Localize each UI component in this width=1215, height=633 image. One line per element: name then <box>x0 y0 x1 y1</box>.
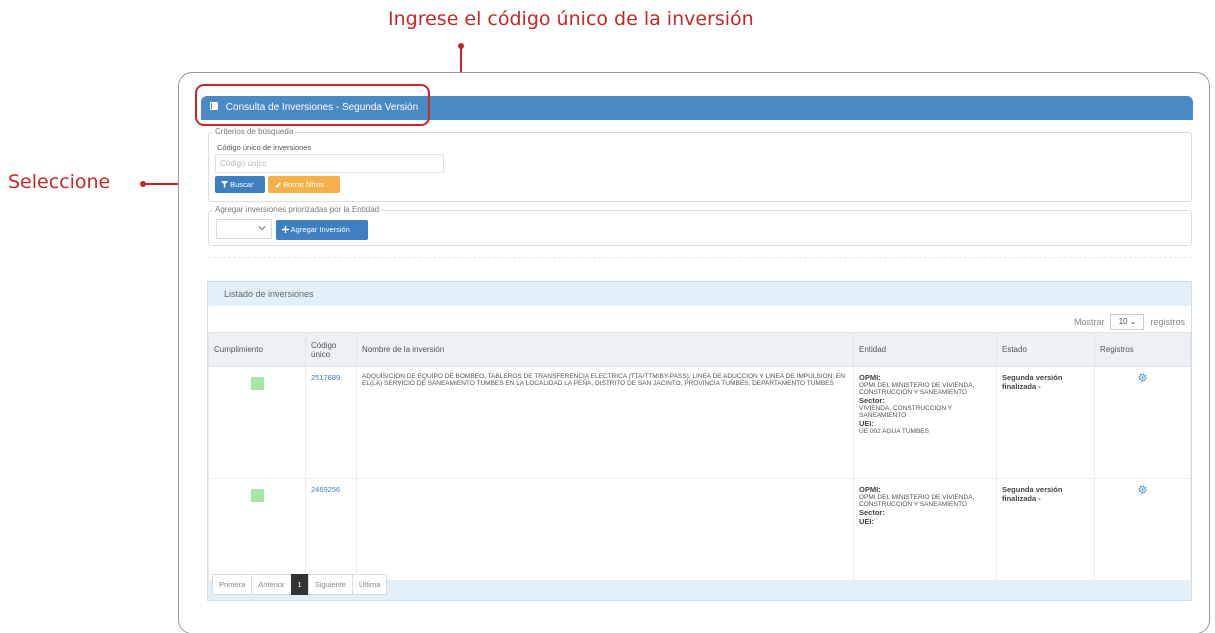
col-registros[interactable]: Registros <box>1094 332 1191 367</box>
cell-records <box>1094 478 1191 583</box>
cell-cumplimiento <box>208 478 306 583</box>
list-title: Listado de inversiones <box>224 289 314 299</box>
search-button-label: Buscar <box>230 180 254 189</box>
annotation-enter-code: Ingrese el código único de la inversión <box>388 8 754 30</box>
opmi-value: OPMI DEL MINISTERIO DE VIVIENDA, CONSTRU… <box>859 382 975 396</box>
chevron-down-icon <box>258 225 266 231</box>
cell-entity: OPMI: OPMI DEL MINISTERIO DE VIVIENDA, C… <box>853 478 997 583</box>
uei-value: UE 002 AGUA TUMBES <box>859 428 929 435</box>
cell-entity: OPMI: OPMI DEL MINISTERIO DE VIVIENDA, C… <box>853 366 997 479</box>
annotation-select: Seleccione <box>8 171 111 193</box>
col-nombre[interactable]: Nombre de la inversión <box>356 332 854 367</box>
page-size-select[interactable]: 10 ⌄ <box>1110 314 1145 330</box>
gear-icon[interactable] <box>1138 373 1147 382</box>
investment-code-link[interactable]: 2517689 <box>311 373 340 382</box>
clear-filters-button[interactable]: Borrar filtros <box>268 176 340 193</box>
opmi-label: OPMI: <box>859 373 881 382</box>
annotation-title-highlight <box>195 84 430 126</box>
col-entidad[interactable]: Entidad <box>853 332 997 367</box>
pager-prev[interactable]: Anterior <box>251 574 292 595</box>
sector-label: Sector: <box>859 396 885 405</box>
investments-list-panel: Listado de inversiones Mostrar 10 ⌄ regi… <box>207 281 1192 601</box>
code-input[interactable]: Código único <box>215 154 444 173</box>
status-indicator <box>250 377 264 390</box>
col-cumplimiento[interactable]: Cumplimiento <box>208 332 306 367</box>
cell-status: Segunda versión finalizada - <box>996 478 1095 583</box>
uei-label: UEI: <box>859 517 874 526</box>
criteria-legend: Criterios de búsqueda <box>213 127 296 136</box>
table-header-row: Cumplimiento Código único Nombre de la i… <box>208 332 1191 367</box>
investment-code-link[interactable]: 2469256 <box>311 485 340 494</box>
list-body: Mostrar 10 ⌄ registros Cumplimiento Códi… <box>208 306 1191 583</box>
filter-icon <box>221 181 228 188</box>
status-indicator <box>250 489 264 502</box>
sector-value: VIVIENDA, CONSTRUCCION Y SANEAMIENTO <box>859 405 952 419</box>
cell-code: 2517689 <box>305 366 357 479</box>
cell-records <box>1094 366 1191 479</box>
show-label: Mostrar <box>1073 317 1105 327</box>
cell-code: 2469256 <box>305 478 357 583</box>
col-codigo[interactable]: Código único <box>305 332 357 367</box>
add-investment-label: Agregar Inversión <box>290 225 350 234</box>
pager-last[interactable]: Última <box>351 574 388 595</box>
clear-filters-label: Borrar filtros <box>283 180 324 189</box>
opmi-label: OPMI: <box>859 485 881 494</box>
sector-label: Sector: <box>859 508 885 517</box>
gear-icon[interactable] <box>1138 485 1147 494</box>
pagination: Primera Anterior 1 Siguiente Última <box>212 574 388 595</box>
plus-icon <box>282 226 289 233</box>
investments-table: Cumplimiento Código único Nombre de la i… <box>208 332 1191 583</box>
divider <box>208 257 1192 258</box>
pager-current[interactable]: 1 <box>290 574 309 595</box>
search-button[interactable]: Buscar <box>215 176 265 193</box>
cell-name <box>356 478 854 583</box>
code-label: Código único de inversiones <box>217 143 312 152</box>
records-label: registros <box>1150 317 1185 327</box>
cell-name: ADQUISICION DE EQUIPO DE BOMBEO, TABLERO… <box>356 366 854 479</box>
prioritized-select[interactable] <box>216 219 272 239</box>
pager-next[interactable]: Siguiente <box>307 574 353 595</box>
eraser-icon <box>275 182 281 188</box>
opmi-value: OPMI DEL MINISTERIO DE VIVIENDA, CONSTRU… <box>859 494 975 508</box>
table-row: 2517689 ADQUISICION DE EQUIPO DE BOMBEO,… <box>208 366 1191 479</box>
page-size-control: Mostrar 10 ⌄ registros <box>1074 314 1185 330</box>
table-row: 2469256 OPMI: OPMI DEL MINISTERIO DE VIV… <box>208 478 1191 583</box>
annotation-dot-top <box>458 43 464 49</box>
col-estado[interactable]: Estado <box>996 332 1095 367</box>
cell-cumplimiento <box>208 366 306 479</box>
uei-label: UEI: <box>859 419 874 428</box>
add-investment-button[interactable]: Agregar Inversión <box>276 220 368 240</box>
cell-status: Segunda versión finalizada - <box>996 366 1095 479</box>
pager-first[interactable]: Primera <box>212 574 253 595</box>
prioritized-legend: Agregar inversiones priorizadas por la E… <box>213 205 382 214</box>
